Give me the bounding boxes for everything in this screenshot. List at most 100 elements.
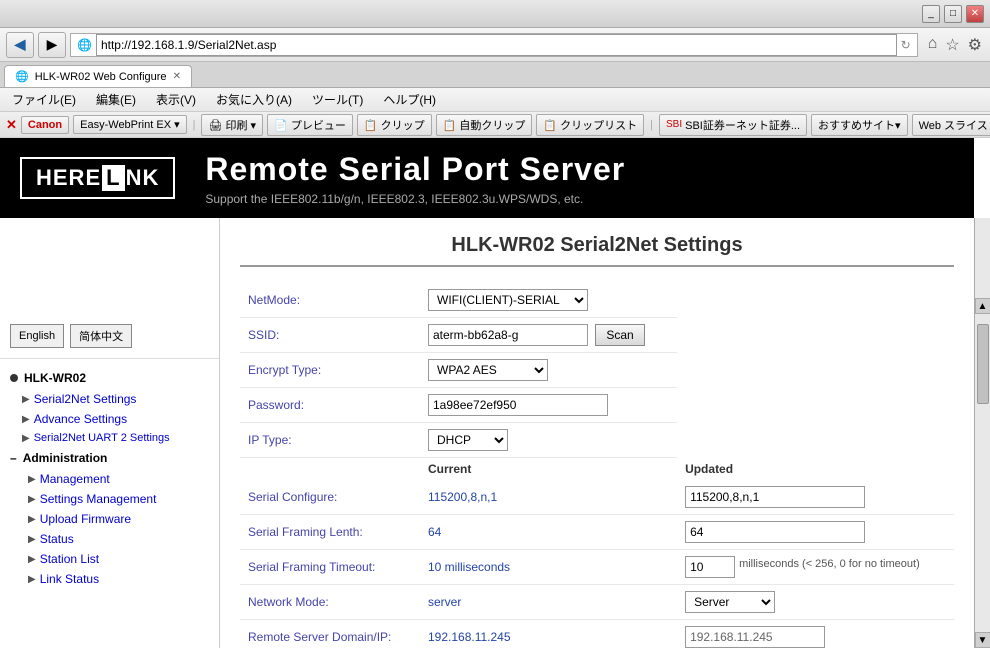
- scroll-track[interactable]: [976, 314, 990, 632]
- print-bookmark[interactable]: 🖨 印刷 ▾: [201, 114, 263, 136]
- logo-nk: NK: [126, 165, 160, 191]
- password-input[interactable]: [428, 394, 608, 416]
- content-area: HLK-WR02 Serial2Net Settings NetMode: WI…: [220, 218, 974, 648]
- password-field: [420, 388, 677, 423]
- preview-bookmark[interactable]: 📄 プレビュー: [267, 114, 353, 136]
- arrow-icon: ▶: [22, 394, 30, 405]
- forward-button[interactable]: ▶: [38, 32, 66, 58]
- page-title: HLK-WR02 Serial2Net Settings: [240, 234, 954, 267]
- network-mode-row: Network Mode: server ServerClient: [240, 585, 954, 620]
- refresh-icon[interactable]: ↻: [901, 38, 911, 52]
- address-input[interactable]: [96, 34, 897, 56]
- maximize-button[interactable]: □: [944, 5, 962, 23]
- serial-config-current: 115200,8,n,1: [420, 480, 677, 515]
- menu-tools[interactable]: ツール(T): [308, 89, 367, 110]
- framing-timeout-updated-field: milliseconds (< 256, 0 for no timeout): [677, 550, 954, 585]
- sbi-bookmark[interactable]: SBI SBI証券ーネット証券...: [659, 114, 807, 136]
- framing-timeout-input[interactable]: [685, 556, 735, 578]
- sidebar-settings-mgmt[interactable]: ▶ Settings Management: [0, 489, 219, 509]
- osusume-label: おすすめサイト▾: [818, 117, 901, 133]
- iptype-select[interactable]: DHCPStatic: [428, 429, 508, 451]
- framing-length-current: 64: [420, 515, 677, 550]
- netmode-field: WIFI(CLIENT)-SERIALAP-SERIALETH-SERIAL: [420, 283, 677, 318]
- clip-bookmark[interactable]: 📋 クリップ: [357, 114, 432, 136]
- lang-english-btn[interactable]: English: [10, 324, 64, 348]
- scan-button[interactable]: Scan: [595, 324, 644, 346]
- menu-help[interactable]: ヘルプ(H): [379, 89, 440, 110]
- logo-link-char: L: [102, 165, 124, 191]
- netmode-select[interactable]: WIFI(CLIENT)-SERIALAP-SERIALETH-SERIAL: [428, 289, 588, 311]
- sub-label: Status: [40, 532, 74, 546]
- menu-bar: ファイル(E) 編集(E) 表示(V) お気に入り(A) ツール(T) ヘルプ(…: [0, 88, 990, 112]
- x-icon: ✕: [6, 117, 17, 133]
- settings-icon[interactable]: ⚙: [966, 33, 984, 57]
- clip-label: 📋 クリップ: [364, 117, 425, 133]
- scrollbar: ▲ ▼: [974, 218, 990, 648]
- minimize-button[interactable]: _: [922, 5, 940, 23]
- print-label: 🖨 印刷 ▾: [208, 117, 256, 133]
- menu-edit[interactable]: 編集(E): [92, 89, 140, 110]
- remote-server-updated-field: [677, 620, 954, 648]
- sidebar-item-advance[interactable]: ▶ Advance Settings: [0, 409, 219, 429]
- iptype-row: IP Type: DHCPStatic: [240, 423, 954, 458]
- remote-server-input[interactable]: [685, 626, 825, 648]
- webslice-label: Web スライス ギャラ... ▾: [919, 117, 990, 133]
- scroll-up-arrow[interactable]: ▲: [975, 298, 990, 314]
- encrypt-select[interactable]: WPA2 AESWPA AESNONE: [428, 359, 548, 381]
- serial-config-updated-field: [677, 480, 954, 515]
- sidebar-item-serial2net[interactable]: ▶ Serial2Net Settings: [0, 389, 219, 409]
- webslice-bookmark[interactable]: Web スライス ギャラ... ▾: [912, 114, 990, 136]
- address-bar[interactable]: 🌐 ↻: [70, 33, 918, 57]
- close-button[interactable]: ✕: [966, 5, 984, 23]
- sidebar-management[interactable]: ▶ Management: [0, 469, 219, 489]
- menu-favorites[interactable]: お気に入り(A): [212, 89, 296, 110]
- serial-headers-row: Current Updated: [240, 458, 954, 481]
- arrow-icon: ▶: [22, 433, 30, 444]
- sidebar-status[interactable]: ▶ Status: [0, 529, 219, 549]
- sidebar-link-label: Serial2Net UART 2 Settings: [34, 432, 170, 444]
- canon-bookmark[interactable]: Canon: [21, 116, 69, 134]
- active-tab[interactable]: 🌐 HLK-WR02 Web Configure ✕: [4, 65, 192, 87]
- sidebar-link-status[interactable]: ▶ Link Status: [0, 569, 219, 589]
- easywebprint-bookmark[interactable]: Easy-WebPrint EX ▾: [73, 115, 186, 134]
- menu-view[interactable]: 表示(V): [152, 89, 200, 110]
- device-name: HLK-WR02: [24, 371, 86, 385]
- framing-length-updated-field: [677, 515, 954, 550]
- favorites-icon[interactable]: ☆: [943, 33, 961, 57]
- network-mode-select[interactable]: ServerClient: [685, 591, 775, 613]
- home-icon[interactable]: ⌂: [926, 33, 940, 57]
- sbi-icon: SBI: [666, 119, 682, 130]
- site-header: HERELNK Remote Serial Port Server Suppor…: [0, 138, 974, 218]
- scroll-thumb[interactable]: [977, 324, 989, 404]
- password-label: Password:: [240, 388, 420, 423]
- serial-config-input[interactable]: [685, 486, 865, 508]
- sidebar-station-list[interactable]: ▶ Station List: [0, 549, 219, 569]
- admin-label: Administration: [23, 451, 108, 465]
- tab-label: HLK-WR02 Web Configure: [35, 71, 167, 83]
- sidebar-upload-firmware[interactable]: ▶ Upload Firmware: [0, 509, 219, 529]
- tab-close-icon[interactable]: ✕: [173, 71, 181, 82]
- framing-length-input[interactable]: [685, 521, 865, 543]
- autoclip-bookmark[interactable]: 📋 自動クリップ: [436, 114, 533, 136]
- easywebprint-label: Easy-WebPrint EX ▾: [80, 118, 179, 131]
- arrow-icon: ▶: [28, 474, 36, 485]
- menu-file[interactable]: ファイル(E): [8, 89, 80, 110]
- divider-2: |: [650, 119, 653, 131]
- scroll-down-arrow[interactable]: ▼: [975, 632, 990, 648]
- lang-chinese-btn[interactable]: 简体中文: [70, 324, 132, 348]
- back-button[interactable]: ◀: [6, 32, 34, 58]
- arrow-icon: ▶: [28, 554, 36, 565]
- site-subtitle: Support the IEEE802.11b/g/n, IEEE802.3, …: [205, 192, 954, 206]
- osusume-bookmark[interactable]: おすすめサイト▾: [811, 114, 908, 136]
- ssid-input[interactable]: [428, 324, 588, 346]
- encrypt-row: Encrypt Type: WPA2 AESWPA AESNONE: [240, 353, 954, 388]
- password-row: Password:: [240, 388, 954, 423]
- sub-label: Upload Firmware: [40, 512, 131, 526]
- timeout-note: milliseconds (< 256, 0 for no timeout): [739, 556, 920, 570]
- sidebar-admin[interactable]: – Administration: [0, 447, 219, 469]
- sidebar-device: HLK-WR02: [0, 367, 219, 389]
- sidebar-link-label: Serial2Net Settings: [34, 392, 137, 406]
- remote-server-row: Remote Server Domain/IP: 192.168.11.245: [240, 620, 954, 648]
- sidebar-item-uart2[interactable]: ▶ Serial2Net UART 2 Settings: [0, 429, 219, 447]
- cliplist-bookmark[interactable]: 📋 クリップリスト: [536, 114, 644, 136]
